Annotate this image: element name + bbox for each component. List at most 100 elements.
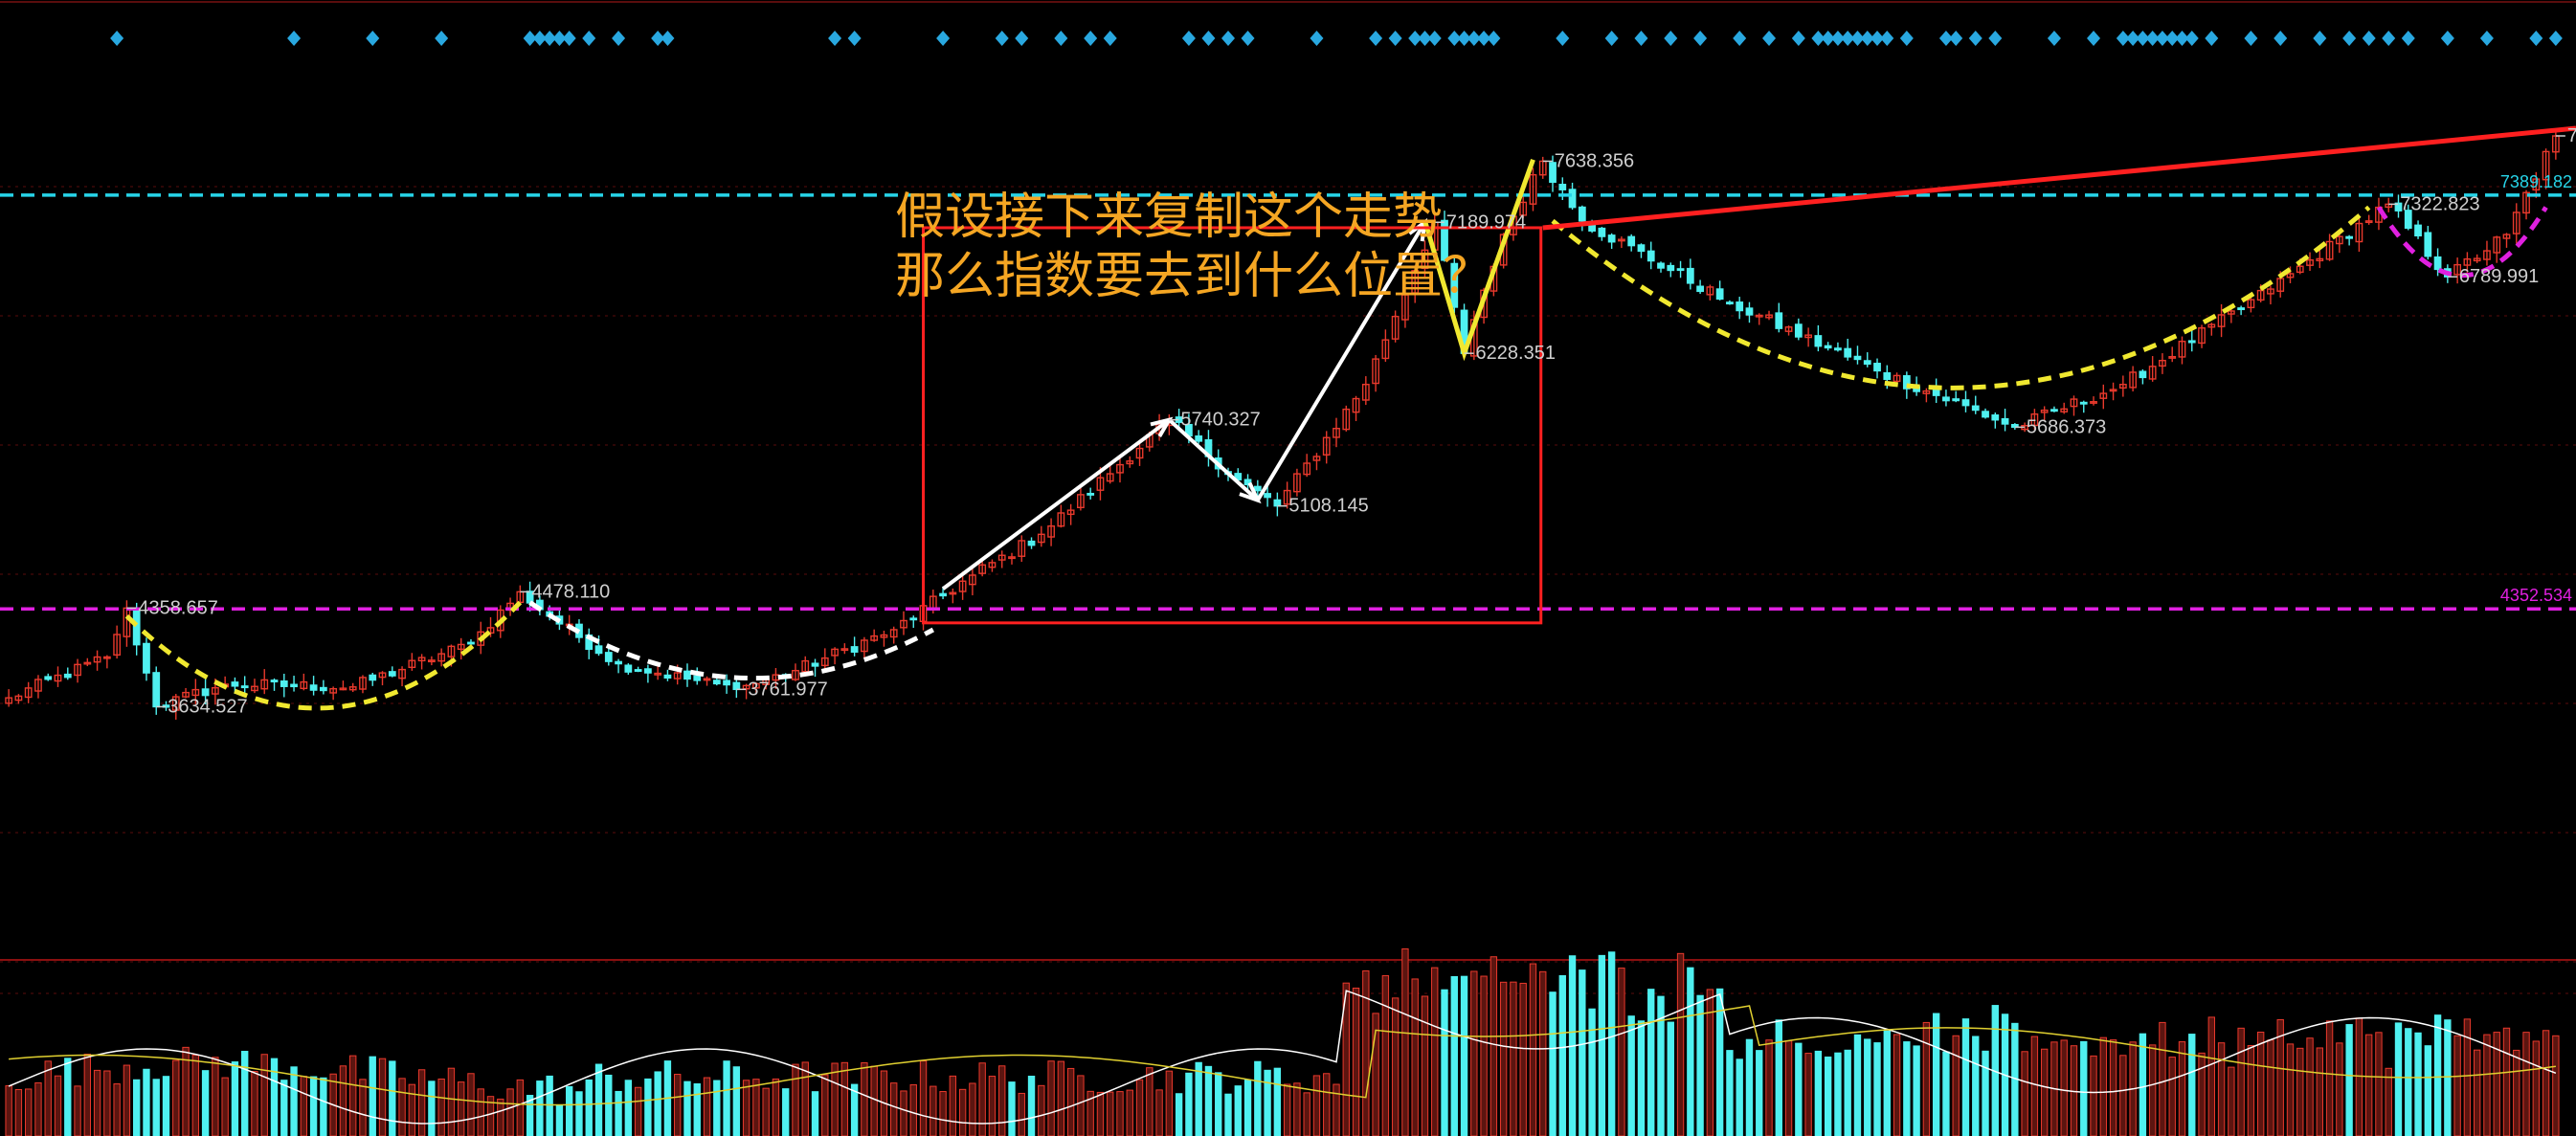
candle-body: [201, 688, 210, 697]
volume-bar: [2021, 1051, 2028, 1136]
volume-bar: [1607, 951, 1616, 1136]
volume-bar: [1195, 1061, 1202, 1136]
volume-bar: [1765, 1039, 1773, 1136]
volume-bar: [408, 1083, 416, 1136]
volume-bar: [555, 1104, 564, 1136]
volume-bar: [2080, 1040, 2088, 1136]
volume-bar: [1362, 969, 1370, 1136]
zigzag-arrow: [941, 418, 1171, 590]
volume-bar: [1864, 1038, 1871, 1136]
volume-bar: [1922, 1021, 1931, 1136]
signal-diamond: [1968, 31, 1982, 46]
candle-body: [280, 679, 288, 687]
volume-bar: [1795, 1042, 1803, 1136]
volume-bar: [1175, 1093, 1183, 1136]
volume-bar: [2473, 1049, 2481, 1136]
volume-bar: [2090, 1055, 2097, 1136]
candle-body: [1273, 499, 1282, 507]
volume-bar: [2296, 1047, 2304, 1136]
volume-bar: [2060, 1039, 2068, 1136]
volume-bar: [900, 1090, 907, 1136]
volume-bar: [752, 1079, 760, 1136]
signal-diamond: [1201, 31, 1216, 46]
volume-bar: [566, 1085, 573, 1136]
signal-diamond: [1181, 31, 1196, 46]
volume-bar: [1146, 1067, 1154, 1136]
volume-bar: [1126, 1089, 1133, 1136]
volume-bar: [1135, 1079, 1144, 1136]
volume-bar: [1539, 970, 1547, 1136]
candle-body: [1607, 234, 1616, 243]
candle-body: [1873, 363, 1881, 372]
volume-bar: [1047, 1060, 1055, 1136]
volume-bar: [1057, 1060, 1065, 1136]
signal-diamond: [1369, 31, 1383, 46]
yellow-cup-arc: [1551, 205, 2371, 390]
volume-bar: [703, 1077, 711, 1136]
signal-diamond: [110, 31, 124, 46]
signal-diamond: [2087, 31, 2101, 46]
volume-bar: [1972, 1036, 1980, 1136]
volume-bar: [1431, 967, 1439, 1136]
volume-bar: [378, 1058, 387, 1136]
volume-bar: [1736, 1058, 1743, 1136]
candle-body: [2433, 256, 2442, 271]
signal-diamond: [1604, 31, 1619, 46]
price-label: 5686.373: [2027, 416, 2106, 437]
signal-diamond: [2205, 31, 2219, 46]
volume-bar: [2217, 1042, 2226, 1136]
candle-body: [2424, 232, 2432, 257]
magenta-cup-arc: [2376, 206, 2548, 278]
volume-bar: [113, 1083, 121, 1136]
signal-diamond: [562, 31, 576, 46]
volume-bar: [1352, 987, 1360, 1136]
volume-bar: [1018, 1092, 1025, 1136]
candle-body: [1195, 434, 1203, 442]
candle-body: [2187, 340, 2196, 344]
candle-body: [1824, 345, 1832, 349]
volume-bar: [919, 1060, 928, 1136]
volume-bar: [1312, 1075, 1321, 1136]
volume-bar: [1824, 1056, 1832, 1136]
volume-bar: [1480, 975, 1488, 1136]
signal-diamond: [612, 31, 626, 46]
candle-body: [1578, 206, 1586, 222]
volume-bar: [2483, 1034, 2491, 1136]
volume-bar: [2414, 1032, 2422, 1136]
volume-bar: [2405, 1028, 2412, 1136]
volume-bar: [998, 1065, 1006, 1136]
signal-diamond: [847, 31, 862, 46]
volume-bar: [2522, 1032, 2530, 1136]
volume-bar: [840, 1061, 849, 1136]
volume-bar: [958, 1088, 967, 1136]
volume-bar: [2168, 1057, 2176, 1136]
volume-bar: [1687, 967, 1694, 1136]
candle-body: [231, 681, 239, 687]
volume-bar: [1107, 1091, 1114, 1136]
signal-diamond: [2382, 31, 2396, 46]
volume-bar: [1254, 1060, 1262, 1136]
volume-bar: [2228, 1066, 2235, 1136]
volume-bar: [1077, 1075, 1085, 1136]
volume-bar: [811, 1091, 819, 1136]
candle-body: [604, 652, 613, 662]
volume-bar: [260, 1054, 268, 1136]
volume-bar: [1903, 1041, 1911, 1136]
volume-bar: [693, 1082, 701, 1136]
signal-diamond: [995, 31, 1009, 46]
volume-bar: [2513, 1049, 2520, 1136]
volume-bar: [2444, 1019, 2452, 1136]
annotation-line-2: 那么指数要去到什么位置？: [895, 248, 1493, 305]
candle-body: [1952, 398, 1960, 402]
volume-bar: [1066, 1067, 1075, 1136]
volume-bar: [251, 1071, 258, 1136]
volume-bar: [1008, 1081, 1016, 1136]
volume-bar: [1470, 970, 1478, 1136]
volume-bar: [988, 1076, 997, 1136]
zigzag-arrow: [1168, 418, 1260, 502]
volume-bar: [2316, 1047, 2323, 1136]
volume-bar: [1303, 1092, 1310, 1136]
candle-body: [1775, 312, 1783, 329]
candle-body: [1883, 371, 1892, 381]
candle-body: [1715, 288, 1724, 301]
